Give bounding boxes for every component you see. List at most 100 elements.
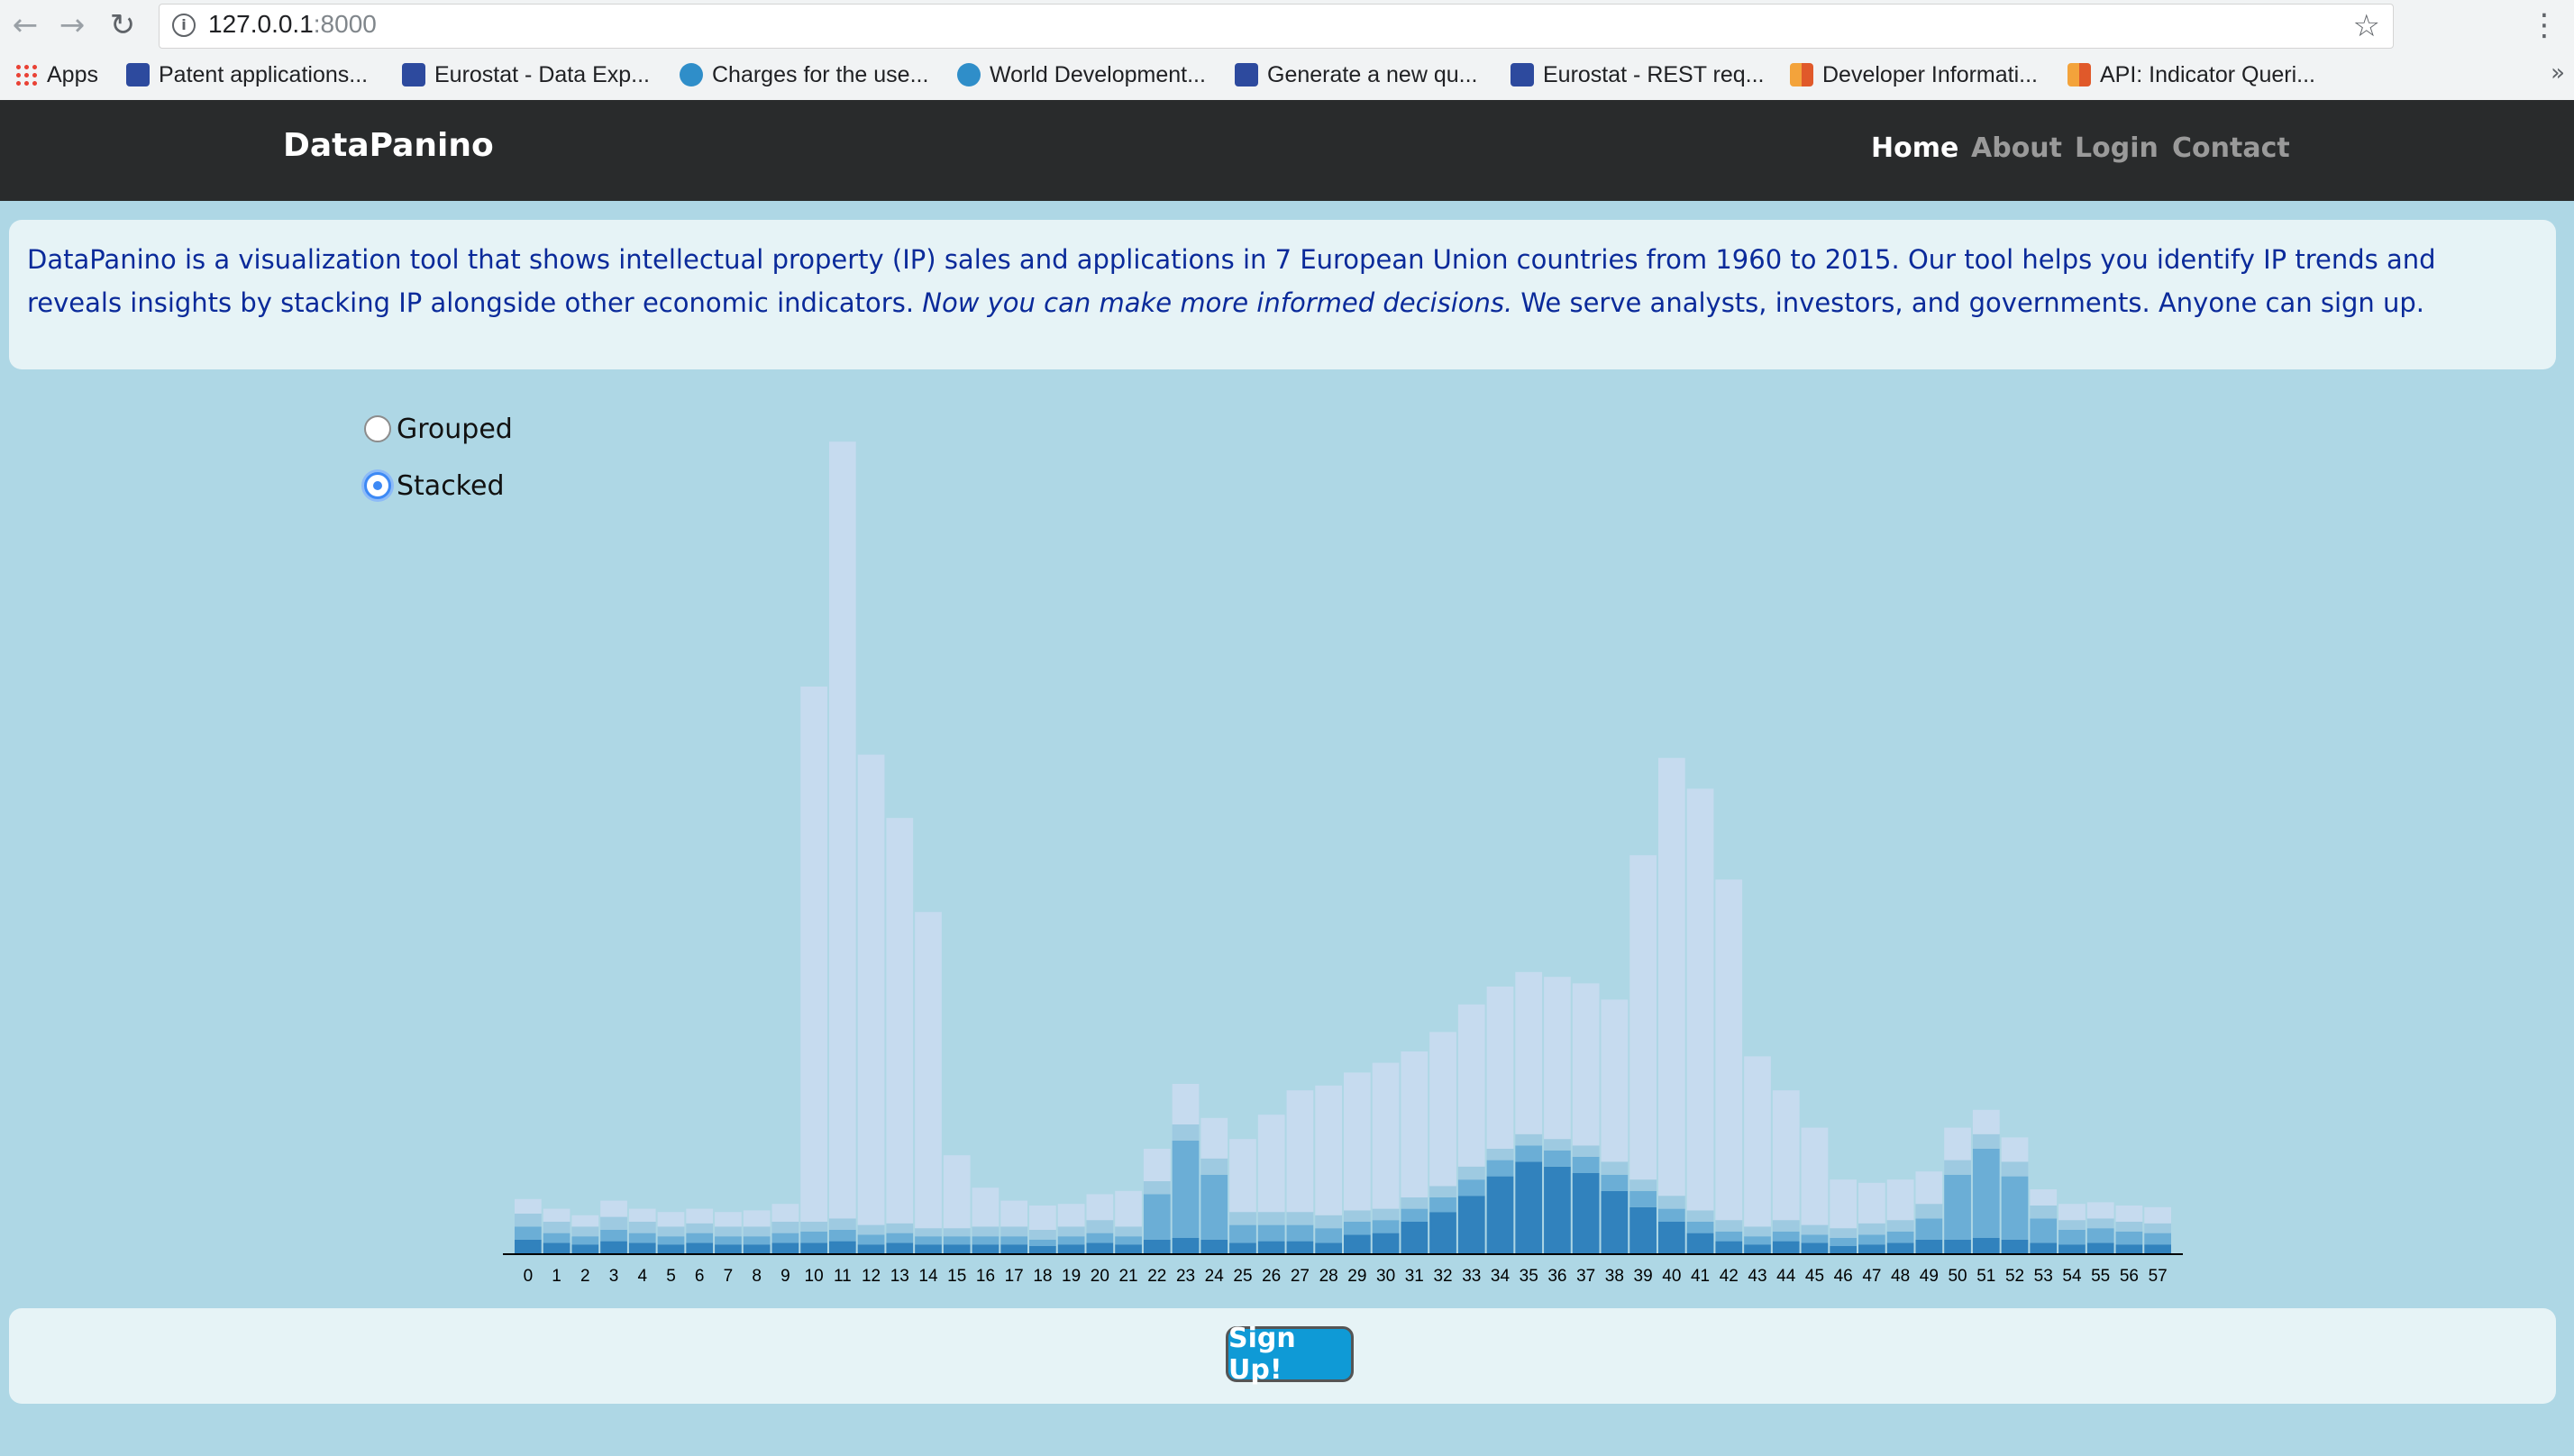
- bar-segment: [1944, 1160, 1971, 1175]
- bar-segment: [1830, 1228, 1857, 1238]
- address-bar[interactable]: i 127.0.0.1:8000 ☆: [159, 4, 2394, 49]
- x-tick-label: 13: [890, 1267, 909, 1286]
- bar-segment: [1429, 1032, 1456, 1187]
- intro-text: DataPanino is a visualization tool that …: [27, 244, 2436, 318]
- x-tick-label: 47: [1862, 1267, 1881, 1286]
- bar-segment: [2086, 1242, 2114, 1254]
- bar-segment: [1915, 1171, 1943, 1205]
- bar-segment: [715, 1236, 742, 1245]
- x-tick-label: 32: [1433, 1267, 1452, 1286]
- x-tick-label: 53: [2034, 1267, 2053, 1286]
- bar-segment: [1029, 1246, 1056, 1254]
- bar-segment: [800, 687, 827, 1222]
- bar-segment: [943, 1244, 971, 1254]
- bar-segment: [857, 754, 885, 1225]
- x-tick-label: 12: [862, 1267, 881, 1286]
- bar-segment: [1457, 1196, 1485, 1254]
- bar-segment: [2058, 1230, 2086, 1245]
- info-icon[interactable]: i: [172, 14, 196, 37]
- bar-segment: [771, 1204, 799, 1222]
- bar-segment: [1515, 971, 1543, 1134]
- url-text: 127.0.0.1:8000: [208, 10, 377, 38]
- bar-segment: [571, 1236, 599, 1245]
- bar-segment: [1915, 1218, 1943, 1240]
- nav-home[interactable]: Home: [1871, 132, 1958, 164]
- back-arrow-icon[interactable]: ←: [7, 7, 43, 43]
- bar-segment: [1057, 1236, 1085, 1245]
- x-tick-label: 44: [1776, 1267, 1796, 1286]
- bar-segment: [743, 1210, 771, 1227]
- x-tick-label: 52: [2005, 1267, 2024, 1286]
- bookmark-label: API: Indicator Queri...: [2100, 61, 2315, 87]
- forward-arrow-icon[interactable]: →: [54, 7, 90, 43]
- x-tick-label: 9: [780, 1267, 790, 1286]
- bar-segment: [1972, 1109, 2000, 1134]
- bar-segment: [543, 1233, 570, 1243]
- bar-segment: [857, 1224, 885, 1235]
- intro-panel: DataPanino is a visualization tool that …: [9, 220, 2556, 369]
- bookmark-item[interactable]: Generate a new qu...: [1235, 59, 1477, 90]
- bar-segment: [2086, 1228, 2114, 1243]
- x-tick-label: 7: [724, 1267, 734, 1286]
- bar-segment: [2115, 1206, 2143, 1222]
- bar-segment: [2144, 1223, 2171, 1233]
- bar-segment: [1486, 1160, 1514, 1177]
- bookmark-item[interactable]: Eurostat - REST req...: [1511, 59, 1764, 90]
- bar-segment: [943, 1228, 971, 1237]
- bar-segment: [1344, 1210, 1371, 1222]
- eurostat-icon: [1511, 63, 1534, 86]
- bar-segment: [657, 1244, 685, 1254]
- x-tick-label: 8: [752, 1267, 762, 1286]
- bar-segment: [828, 1218, 856, 1230]
- x-tick-label: 10: [805, 1267, 824, 1286]
- brand-logo[interactable]: DataPanino: [283, 127, 494, 164]
- x-tick-label: 3: [609, 1267, 619, 1286]
- bar-segment: [771, 1233, 799, 1243]
- bar-segment: [1000, 1200, 1028, 1227]
- bar-segment: [1629, 855, 1657, 1180]
- reload-icon[interactable]: ↻: [105, 7, 141, 43]
- bar-segment: [1344, 1222, 1371, 1235]
- worldbank-icon: [680, 63, 703, 86]
- bar-segment: [972, 1188, 999, 1227]
- bar-segment: [1772, 1090, 1800, 1221]
- nav-login[interactable]: Login: [2075, 132, 2159, 164]
- bookmark-item[interactable]: Charges for the use...: [680, 59, 928, 90]
- x-tick-label: 30: [1376, 1267, 1395, 1286]
- bar-segment: [857, 1234, 885, 1245]
- bar-segment: [1401, 1208, 1428, 1222]
- bookmark-item[interactable]: World Development...: [957, 59, 1206, 90]
- bookmark-star-icon[interactable]: ☆: [2353, 8, 2380, 44]
- bar-segment: [1286, 1241, 1314, 1254]
- bookmarks-overflow-icon[interactable]: »: [2551, 59, 2565, 86]
- bar-segment: [1486, 1149, 1514, 1160]
- bar-segment: [628, 1233, 656, 1243]
- bar-segment: [515, 1226, 542, 1240]
- bookmark-item[interactable]: Developer Informati...: [1790, 59, 2038, 90]
- bar-segment: [915, 1228, 942, 1237]
- bookmark-item[interactable]: API: Indicator Queri...: [2067, 59, 2315, 90]
- x-tick-label: 45: [1805, 1267, 1824, 1286]
- bar-segment: [1000, 1226, 1028, 1237]
- bookmark-item[interactable]: Patent applications...: [126, 59, 368, 90]
- bar-segment: [2086, 1218, 2114, 1229]
- nav-contact[interactable]: Contact: [2172, 132, 2290, 164]
- bar-segment: [686, 1208, 714, 1224]
- bookmark-label: Eurostat - Data Exp...: [434, 61, 650, 87]
- bar-segment: [1344, 1072, 1371, 1211]
- bar-segment: [1858, 1234, 1885, 1245]
- nav-about[interactable]: About: [1971, 132, 2062, 164]
- bar-segment: [1715, 1241, 1743, 1254]
- bookmark-item[interactable]: Apps: [14, 59, 98, 90]
- signup-button[interactable]: Sign Up!: [1226, 1323, 1354, 1386]
- bar-segment: [543, 1222, 570, 1233]
- bar-segment: [1572, 1145, 1600, 1157]
- bar-segment: [600, 1230, 627, 1242]
- browser-menu-icon[interactable]: ⋮: [2529, 7, 2560, 43]
- bar-segment: [1801, 1242, 1829, 1254]
- x-tick-label: 43: [1748, 1267, 1766, 1286]
- intro-emphasis: Now you can make more informed decisions…: [922, 287, 1513, 318]
- bar-segment: [2144, 1233, 2171, 1245]
- bar-segment: [1686, 1210, 1714, 1222]
- bookmark-item[interactable]: Eurostat - Data Exp...: [402, 59, 650, 90]
